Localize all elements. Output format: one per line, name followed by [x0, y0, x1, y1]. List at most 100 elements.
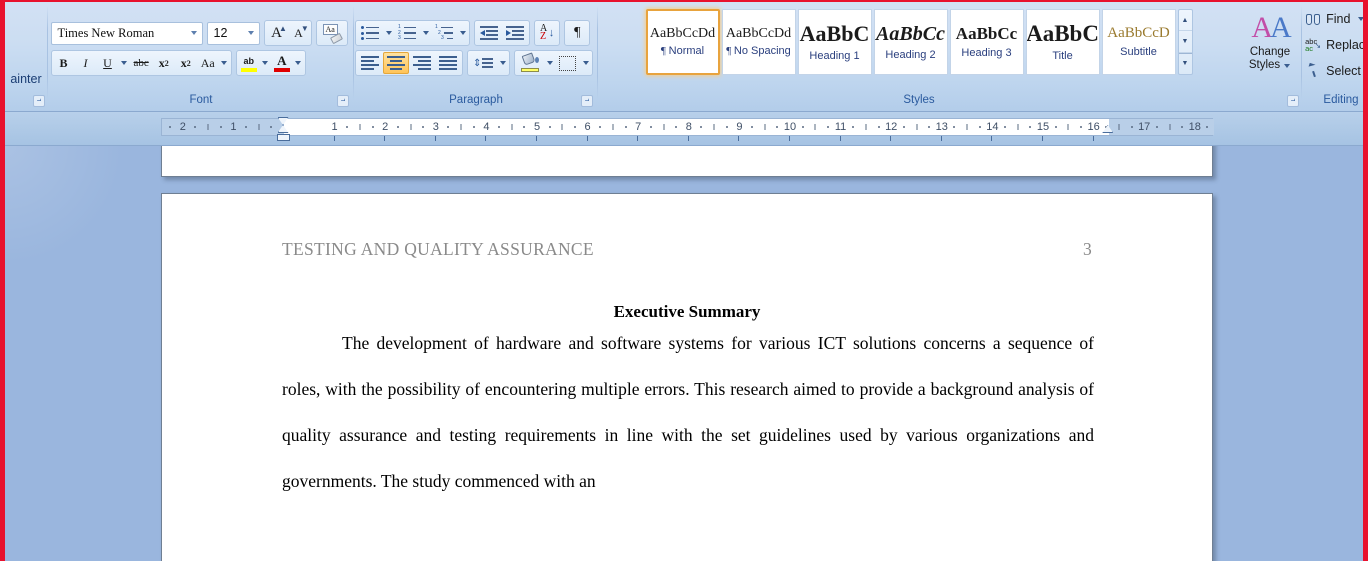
decrease-indent-button[interactable]: [476, 22, 502, 44]
show-formatting-marks-button[interactable]: ¶: [566, 22, 588, 44]
ruler-tab-stop[interactable]: [991, 136, 993, 141]
ruler-tab-stop[interactable]: [789, 136, 790, 141]
increase-indent-button[interactable]: [502, 22, 528, 44]
ruler-tab-stop[interactable]: [485, 136, 487, 141]
left-indent-marker[interactable]: [276, 134, 290, 141]
paragraph-label-text: Paragraph: [449, 94, 503, 106]
underline-button[interactable]: U: [97, 52, 119, 74]
underline-dropdown-icon[interactable]: [119, 61, 130, 65]
ruler-tab-stop[interactable]: [637, 136, 639, 141]
ruler-tab-stop[interactable]: [1042, 136, 1043, 141]
pilcrow-icon: ¶: [726, 45, 734, 58]
group-paragraph-label: Paragraph: [357, 92, 595, 108]
italic-button[interactable]: I: [75, 52, 97, 74]
style-name-label: Subtitle: [1120, 46, 1157, 58]
ruler-quarter-mark: [1155, 126, 1158, 128]
style-tile-title[interactable]: AaBbC Title: [1025, 9, 1100, 75]
ruler-tab-stop[interactable]: [1092, 136, 1094, 141]
document-workspace[interactable]: TESTING AND QUALITY ASSURANCE 3 Executiv…: [5, 146, 1363, 561]
text-highlight-color-button[interactable]: ab: [238, 52, 260, 74]
shading-dropdown-icon[interactable]: [544, 61, 555, 65]
subscript-button[interactable]: x2: [153, 52, 175, 74]
group-font: Times New Roman 12 A ▲ A ▼ Aa B I U abc …: [50, 4, 351, 108]
grow-font-button[interactable]: A ▲: [266, 22, 288, 44]
bullets-button[interactable]: [357, 22, 383, 44]
ruler-quarter-mark: [371, 126, 374, 128]
font-name-combo[interactable]: Times New Roman: [50, 21, 203, 45]
clipboard-dialog-launcher[interactable]: [33, 95, 45, 107]
ruler-tab-stop[interactable]: [687, 136, 689, 141]
styles-scroll-up-button[interactable]: ▲: [1178, 10, 1192, 32]
find-button[interactable]: Find: [1301, 6, 1363, 31]
ruler-tab-stop[interactable]: [434, 136, 436, 141]
bold-button[interactable]: B: [53, 52, 75, 74]
borders-dropdown-icon[interactable]: [580, 61, 591, 65]
align-left-button[interactable]: [357, 52, 383, 74]
ruler-tab-stop[interactable]: [586, 136, 588, 141]
shading-button[interactable]: [516, 52, 544, 74]
ruler-half-mark: [460, 124, 462, 130]
ruler-tab-stop[interactable]: [384, 136, 386, 141]
style-tile-normal[interactable]: AaBbCcDd ¶ Normal: [645, 9, 720, 75]
numbering-dropdown-icon[interactable]: [420, 31, 431, 35]
change-styles-dropdown-icon[interactable]: [1283, 64, 1291, 68]
sort-button[interactable]: A Z ↓: [536, 22, 558, 44]
horizontal-ruler[interactable]: 2 1 1 2 3 4 5 6 7 8 9 10 11 12 13 14 15 16 17 18: [161, 118, 1214, 136]
font-color-letter: A: [277, 53, 287, 68]
font-color-button[interactable]: A: [271, 52, 293, 74]
ruler-half-mark: [713, 124, 715, 130]
change-case-dropdown-icon[interactable]: [219, 61, 230, 65]
style-tile-heading-1[interactable]: AaBbC Heading 1: [797, 9, 872, 75]
group-editing-label: Editing: [1305, 92, 1363, 108]
styles-more-button[interactable]: ▼: [1178, 52, 1192, 74]
line-spacing-button[interactable]: ⇕: [469, 52, 497, 74]
ruler-tab-stop[interactable]: [536, 136, 537, 141]
superscript-button[interactable]: x2: [175, 52, 197, 74]
ruler-area: 2 1 1 2 3 4 5 6 7 8 9 10 11 12 13 14 15 16 17 18: [5, 112, 1363, 146]
ruler-tab-stop[interactable]: [333, 136, 335, 141]
change-styles-button[interactable]: AA Change Styles: [1241, 6, 1299, 92]
font-size-dropdown-icon[interactable]: [243, 23, 259, 44]
style-tile-heading-3[interactable]: AaBbCc Heading 3: [949, 9, 1024, 75]
style-tile-heading-2[interactable]: AaBbCc Heading 2: [873, 9, 948, 75]
select-button[interactable]: Select: [1301, 58, 1363, 83]
header-title-text: TESTING AND QUALITY ASSURANCE: [282, 239, 594, 259]
shrink-font-button[interactable]: A ▼: [288, 22, 310, 44]
indent-buttons: [474, 20, 530, 46]
ruler-tab-stop[interactable]: [940, 136, 942, 141]
ruler-tab-stop[interactable]: [890, 136, 892, 141]
replace-button[interactable]: abc ac ↘ Replace: [1301, 32, 1363, 57]
font-size-combo[interactable]: 12: [206, 21, 260, 45]
font-dialog-launcher[interactable]: [337, 95, 349, 107]
paragraph-dialog-launcher[interactable]: [581, 95, 593, 107]
document-page-current[interactable]: TESTING AND QUALITY ASSURANCE 3 Executiv…: [161, 193, 1213, 561]
clear-formatting-button[interactable]: Aa: [318, 22, 346, 45]
format-painter-label[interactable]: ainter: [10, 72, 41, 86]
styles-scroll-down-button[interactable]: ▼: [1178, 31, 1192, 53]
align-center-button[interactable]: [383, 52, 409, 74]
style-tile-subtitle[interactable]: AaBbCcD Subtitle: [1101, 9, 1176, 75]
justify-button[interactable]: [435, 52, 461, 74]
strikethrough-button[interactable]: abc: [130, 52, 153, 74]
line-spacing-dropdown-icon[interactable]: [497, 61, 508, 65]
numbering-button[interactable]: 1 2 3: [394, 22, 420, 44]
change-case-button[interactable]: Aa: [197, 52, 219, 74]
font-name-dropdown-icon[interactable]: [186, 23, 202, 44]
ruler-tab-stop[interactable]: [738, 136, 740, 141]
font-name-value: Times New Roman: [57, 25, 155, 40]
document-body-paragraph[interactable]: The development of hardware and software…: [282, 320, 1094, 504]
style-tile-no-spacing[interactable]: AaBbCcDd ¶ No Spacing: [721, 9, 796, 75]
divider-clipboard-font: [47, 6, 48, 100]
find-dropdown-icon[interactable]: [1355, 17, 1363, 21]
align-right-button[interactable]: [409, 52, 435, 74]
multilevel-list-button[interactable]: 1 2 3: [431, 22, 457, 44]
highlight-dropdown-icon[interactable]: [260, 61, 271, 65]
borders-button[interactable]: [555, 52, 580, 74]
bullets-dropdown-icon[interactable]: [383, 31, 394, 35]
sort-icon: A Z ↓: [540, 24, 554, 42]
ruler-quarter-mark: [1206, 126, 1209, 128]
multilevel-list-dropdown-icon[interactable]: [457, 31, 468, 35]
font-color-dropdown-icon[interactable]: [293, 61, 304, 65]
styles-dialog-launcher[interactable]: [1287, 95, 1299, 107]
ruler-tab-stop[interactable]: [839, 136, 841, 141]
